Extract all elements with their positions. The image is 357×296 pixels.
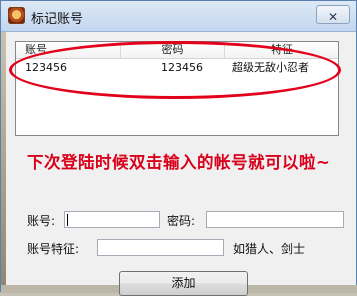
window-title: 标记账号: [31, 12, 84, 27]
close-icon: ✕: [327, 10, 339, 24]
column-header-password[interactable]: 密码: [121, 42, 225, 58]
password-label: 密码:: [167, 214, 196, 228]
list-row[interactable]: 123456 123456 超级无敌小忍者: [16, 60, 338, 76]
account-feature-input[interactable]: [97, 239, 224, 256]
account-label: 账号:: [27, 214, 56, 228]
list-header: 账号 密码 特征: [16, 42, 338, 59]
row-feature-cell: 超级无敌小忍者: [232, 61, 309, 74]
dialog-body: 账号 密码 特征 123456 123456 超级无敌小忍者 下次登陆时候双击输…: [7, 32, 349, 296]
text-cursor: [67, 214, 68, 226]
row-password-cell: 123456: [161, 61, 203, 74]
account-list[interactable]: 账号 密码 特征 123456 123456 超级无敌小忍者: [15, 41, 339, 136]
title-bar[interactable]: 标记账号 ✕: [1, 1, 356, 32]
column-header-feature[interactable]: 特征: [225, 42, 339, 58]
feature-hint-text: 如猎人、剑士: [233, 242, 306, 256]
account-feature-label: 账号特征:: [27, 242, 80, 256]
add-button[interactable]: 添加: [119, 271, 248, 296]
column-header-account[interactable]: 账号: [16, 42, 121, 58]
mark-account-dialog: 标记账号 ✕ 账号 密码 特征 123456 123456 超级无敌小忍者 下次…: [0, 0, 357, 296]
app-avatar-icon: [8, 7, 25, 24]
password-input[interactable]: [206, 211, 344, 228]
row-account-cell: 123456: [25, 61, 67, 74]
account-input[interactable]: [64, 211, 160, 228]
background-edge-left: [1, 32, 6, 293]
close-button[interactable]: ✕: [316, 5, 350, 24]
annotation-text: 下次登陆时候双击输入的帐号就可以啦~: [27, 153, 331, 172]
